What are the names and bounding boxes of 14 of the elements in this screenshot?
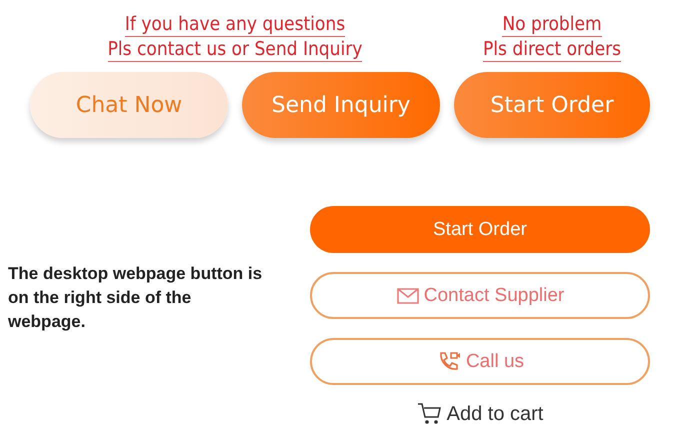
- action-button[interactable]: Call us: [310, 338, 650, 385]
- notice-text: No problem: [502, 12, 602, 37]
- notice-text: If you have any questions: [124, 12, 346, 37]
- caption-text: The desktop webpage button is on the right side of the webpage.: [8, 263, 264, 333]
- add-to-cart-link[interactable]: Add to cart: [410, 400, 550, 428]
- notice-text: Pls direct orders: [482, 37, 622, 62]
- notice-text: Pls contact us or Send Inquiry: [108, 37, 362, 62]
- action-button[interactable]: Contact Supplier: [310, 272, 650, 319]
- action-button[interactable]: Start Order: [310, 206, 650, 253]
- action-button[interactable]: Send Inquiry: [242, 72, 440, 138]
- action-button[interactable]: Chat Now: [30, 72, 228, 138]
- action-button[interactable]: Start Order: [454, 72, 650, 138]
- cart-icon: [416, 402, 443, 426]
- mail-icon: [396, 286, 420, 306]
